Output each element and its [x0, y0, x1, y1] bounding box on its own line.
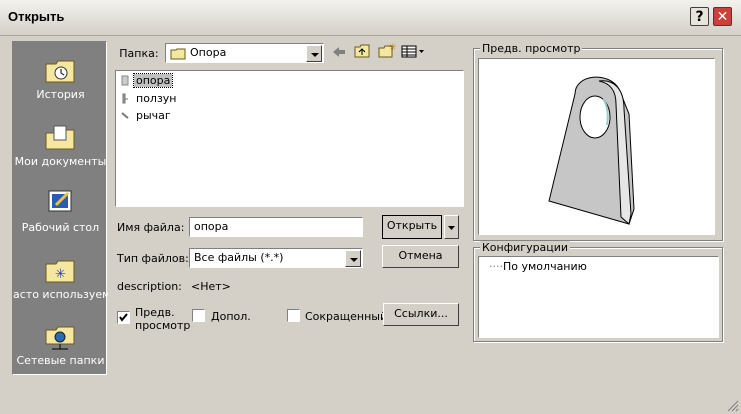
filetype-select[interactable]: Все файлы (*.*) — [189, 248, 363, 268]
configurations-group-label: Конфигурации — [480, 241, 571, 254]
filetype-value: Все файлы (*.*) — [194, 251, 284, 264]
preview-option-label-line1: Предв. — [135, 306, 175, 319]
filetype-label: Тип файлов: — [117, 252, 189, 265]
file-name: опора — [132, 73, 174, 88]
extra-checkbox[interactable] — [192, 309, 205, 322]
title-bar: Открыть ? ✕ — [0, 0, 741, 36]
folder-label-text: Папка: — [119, 47, 159, 60]
help-button[interactable]: ? — [690, 7, 709, 26]
reduced-option-label: Сокращенный — [305, 310, 388, 323]
chevron-down-icon — [448, 226, 455, 230]
places-bar: История Мои документы Рабочий стол ✳ аст… — [12, 41, 108, 375]
part-file-icon — [122, 93, 128, 104]
checkmark-icon — [119, 313, 128, 322]
part-file-icon — [121, 112, 129, 119]
place-network-label: Сетевые папки — [16, 354, 105, 367]
filetype-dropdown-button[interactable] — [345, 250, 361, 267]
new-folder-icon[interactable]: ✳ — [378, 43, 396, 58]
history-folder-icon — [45, 60, 75, 83]
network-folder-icon — [45, 326, 75, 350]
place-my-documents-label: Мои документы — [14, 155, 107, 168]
open-button[interactable]: Открыть — [382, 215, 442, 239]
configuration-item[interactable]: По умолчанию — [503, 260, 587, 273]
description-value: <Нет> — [191, 280, 231, 293]
folder-dropdown-button[interactable] — [306, 45, 322, 62]
part-file-icon — [121, 75, 129, 86]
place-favorites-label: асто используемь — [13, 288, 108, 301]
folder-value: Опора — [190, 46, 227, 59]
place-desktop-label: Рабочий стол — [21, 221, 100, 234]
place-history-label: История — [36, 88, 85, 101]
links-button-label: Ссылки... — [394, 307, 448, 320]
back-arrow-icon[interactable] — [332, 46, 346, 58]
configurations-list[interactable]: ···· По умолчанию — [478, 256, 719, 338]
tree-connector: ···· — [489, 260, 503, 273]
file-list[interactable]: опора ползун рычаг — [115, 70, 464, 207]
preview-checkbox[interactable] — [117, 311, 130, 324]
extra-option-label: Допол. — [211, 310, 251, 323]
filename-label: Имя файла: — [117, 221, 185, 234]
up-folder-icon[interactable] — [354, 44, 370, 58]
resize-grip-icon[interactable] — [726, 399, 739, 412]
file-name: рычаг — [136, 109, 171, 122]
folder-icon — [170, 48, 186, 60]
description-label: description: — [117, 280, 182, 293]
desktop-icon — [48, 190, 72, 212]
links-button[interactable]: Ссылки... — [383, 303, 459, 326]
filename-input[interactable]: опора — [189, 217, 363, 237]
my-documents-folder-icon — [45, 125, 75, 150]
filename-value: опора — [194, 220, 229, 233]
open-button-label: Открыть — [386, 219, 438, 232]
dialog-title: Открыть — [8, 9, 65, 24]
preview-group-label: Предв. просмотр — [480, 42, 583, 55]
part-preview-image — [548, 76, 635, 225]
favorites-folder-icon: ✳ — [45, 260, 75, 283]
preview-option-label-line2: просмотр — [135, 319, 191, 332]
cancel-button-label: Отмена — [398, 249, 443, 262]
file-name: ползун — [136, 92, 177, 105]
folder-combo[interactable]: Опора — [165, 43, 324, 63]
cancel-button[interactable]: Отмена — [382, 245, 459, 268]
preview-pane — [478, 58, 715, 235]
close-button[interactable]: ✕ — [713, 7, 732, 26]
reduced-checkbox[interactable] — [287, 309, 300, 322]
open-options-button[interactable] — [444, 215, 459, 239]
folder-label: ППапка: — [119, 47, 159, 60]
view-menu-icon[interactable] — [401, 45, 425, 58]
svg-text:✳: ✳ — [389, 43, 396, 53]
svg-text:✳: ✳ — [55, 267, 66, 282]
